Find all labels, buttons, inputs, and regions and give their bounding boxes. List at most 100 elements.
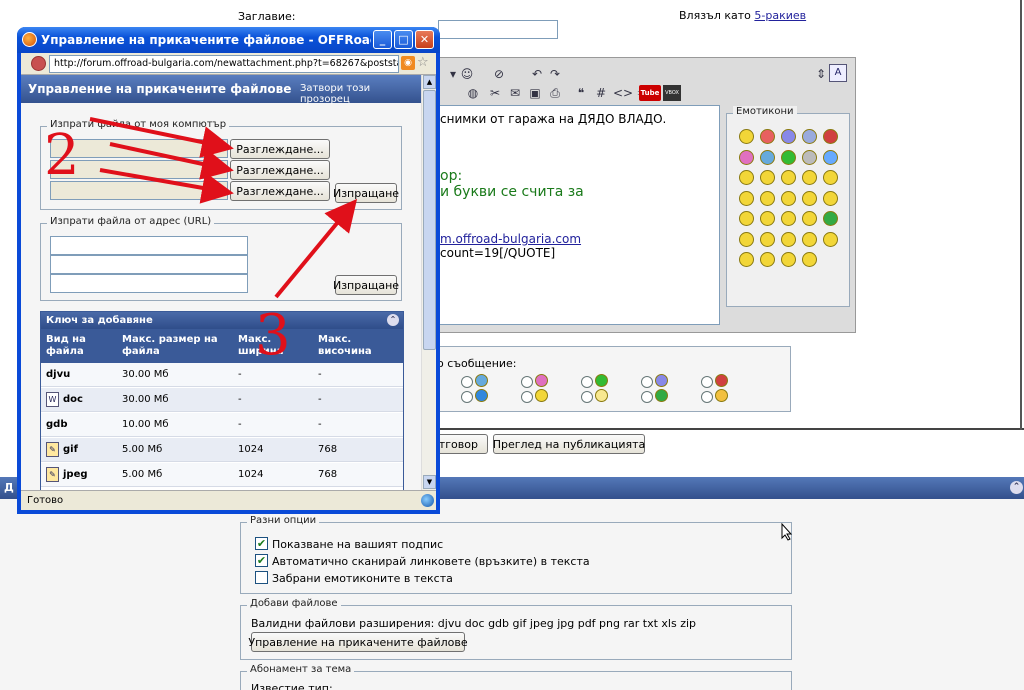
collapse-icon[interactable]: ⌃ [1010, 481, 1023, 494]
minimize-icon[interactable]: _ [373, 30, 392, 49]
close-window-link[interactable]: Затвори този прозорец [300, 83, 421, 105]
quote-icon[interactable]: ❝ [573, 85, 589, 101]
browse-button-2[interactable]: Разглеждане... [230, 160, 330, 180]
message-icon-radio[interactable] [581, 376, 593, 388]
browse-button-1[interactable]: Разглеждане... [230, 139, 330, 159]
youtube-icon[interactable]: Tube [639, 85, 661, 101]
scroll-up-arrow-icon[interactable]: ▲ [423, 75, 436, 89]
smiley-icon[interactable] [760, 170, 775, 185]
message-textarea[interactable]: снимки от гаража на ДЯДО ВЛАДО. ор: и бу… [437, 105, 720, 325]
smiley-icon[interactable] [781, 149, 796, 165]
manage-attachments-button[interactable]: Управление на прикачените файлове [248, 632, 468, 652]
smiley-icon[interactable] [823, 211, 838, 226]
cell-max-height: - [318, 419, 322, 430]
cell-max-size: 5.00 Мб [122, 469, 163, 480]
smiley-icon[interactable] [823, 149, 838, 165]
popup-scrollbar[interactable]: ▲ ▼ [421, 75, 436, 490]
message-icon-radio[interactable] [521, 376, 533, 388]
email-icon[interactable]: ✉ [507, 85, 523, 101]
logged-in-user-link[interactable]: 5-ракиев [754, 9, 806, 22]
smiley-icon[interactable] [781, 211, 796, 226]
smiley-icon[interactable] [760, 231, 775, 247]
attach-clip-icon[interactable]: ⊘ [491, 66, 507, 82]
message-icon-radio[interactable] [701, 376, 713, 388]
maximize-icon[interactable]: □ [394, 30, 413, 49]
smiley-icon[interactable] [739, 190, 754, 206]
popup-url-field[interactable]: http://forum.offroad-bulgaria.com/newatt… [49, 55, 399, 73]
url-input-1[interactable] [50, 236, 248, 255]
smiley-icon[interactable] [823, 170, 838, 185]
message-link-line[interactable]: m.offroad-bulgaria.com [440, 232, 581, 246]
unlink-icon[interactable]: ✂ [487, 85, 503, 101]
message-line-3: и букви се счита за [440, 184, 584, 200]
smiley-icon[interactable] [760, 129, 775, 144]
smiley-icon[interactable] [802, 231, 817, 247]
smiley-icon[interactable] [823, 231, 838, 247]
redo-icon[interactable]: ↷ [547, 66, 563, 82]
smiley-icon[interactable] [802, 170, 817, 185]
title-input[interactable] [438, 20, 558, 39]
smiley-icon[interactable] [823, 190, 838, 206]
smiley-icon[interactable] [760, 149, 775, 165]
key-table-collapse-icon[interactable]: ⌃ [387, 314, 399, 326]
attach-icon[interactable]: ⎙ [547, 85, 563, 101]
scroll-thumb[interactable] [423, 90, 436, 350]
auto-parse-links-checkbox[interactable]: ✔ [255, 554, 268, 567]
message-icon-radio[interactable] [461, 391, 473, 403]
smiley-icon[interactable] [760, 190, 775, 206]
resize-arrows-icon[interactable]: ⇕ [813, 66, 829, 82]
smiley-icon[interactable] [739, 252, 754, 267]
html-code-icon[interactable]: <> [613, 85, 633, 101]
upload-button-url[interactable]: Изпращане [333, 275, 399, 295]
scroll-down-arrow-icon[interactable]: ▼ [423, 475, 436, 489]
smiley-icon[interactable] [739, 149, 754, 165]
rss-feed-icon[interactable]: ◉ [401, 56, 415, 70]
undo-icon[interactable]: ↶ [529, 66, 545, 82]
smiley-icon[interactable] [781, 190, 796, 206]
bookmark-star-icon[interactable]: ☆ [417, 55, 429, 70]
smiley-icon[interactable] [781, 170, 796, 185]
disable-smilies-checkbox[interactable] [255, 571, 268, 584]
smiley-icon[interactable] [739, 129, 754, 144]
image-icon[interactable]: ▣ [527, 85, 543, 101]
smiley-icon[interactable] [781, 252, 796, 267]
preview-button[interactable]: Преглед на публикацията [493, 434, 645, 454]
popup-titlebar[interactable]: Управление на прикачените файлове - OFFR… [17, 27, 440, 53]
table-row: Wdoc 30.00 Мб - - [41, 388, 403, 412]
smiley-icon[interactable] [739, 170, 754, 185]
smiley-menu-icon[interactable]: ☺ [459, 66, 475, 82]
message-icon-radio[interactable] [521, 391, 533, 403]
message-icon-radio[interactable] [461, 376, 473, 388]
switch-mode-icon[interactable]: A [829, 64, 847, 82]
globe-link-icon[interactable]: ◍ [465, 85, 481, 101]
upload-button-computer[interactable]: Изпращане [333, 183, 399, 203]
message-icon-radio[interactable] [641, 376, 653, 388]
valid-extensions-label: Валидни файлови разширения: djvu doc gdb… [251, 617, 697, 630]
popup-header-bar: Управление на прикачените файлове Затвор… [21, 75, 421, 105]
smiley-icon[interactable] [760, 252, 775, 267]
vbox-icon[interactable]: VBOX [663, 85, 681, 101]
close-icon[interactable]: ✕ [415, 30, 434, 49]
message-icon-radio[interactable] [641, 391, 653, 403]
message-icon-radio[interactable] [581, 391, 593, 403]
url-input-3[interactable] [50, 274, 248, 293]
show-signature-checkbox[interactable]: ✔ [255, 537, 268, 550]
misc-options-fieldset: Разни опции ✔ Показване на вашият подпис… [240, 515, 792, 594]
smiley-icon[interactable] [739, 231, 754, 247]
panel-divider [436, 428, 1024, 430]
cell-max-height: - [318, 369, 322, 380]
smiley-icon[interactable] [760, 211, 775, 226]
smiley-icon[interactable] [802, 211, 817, 226]
smiley-icon[interactable] [802, 190, 817, 206]
smiley-icon[interactable] [823, 129, 838, 144]
smiley-icon[interactable] [802, 149, 817, 165]
smiley-icon[interactable] [781, 231, 796, 247]
smiley-icon[interactable] [739, 211, 754, 226]
smiley-icon[interactable] [802, 129, 817, 144]
hash-code-icon[interactable]: # [593, 85, 609, 101]
browse-button-3[interactable]: Разглеждане... [230, 181, 330, 201]
smiley-icon[interactable] [802, 252, 817, 267]
url-input-2[interactable] [50, 255, 248, 274]
smiley-icon[interactable] [781, 129, 796, 144]
message-icon-radio[interactable] [701, 391, 713, 403]
